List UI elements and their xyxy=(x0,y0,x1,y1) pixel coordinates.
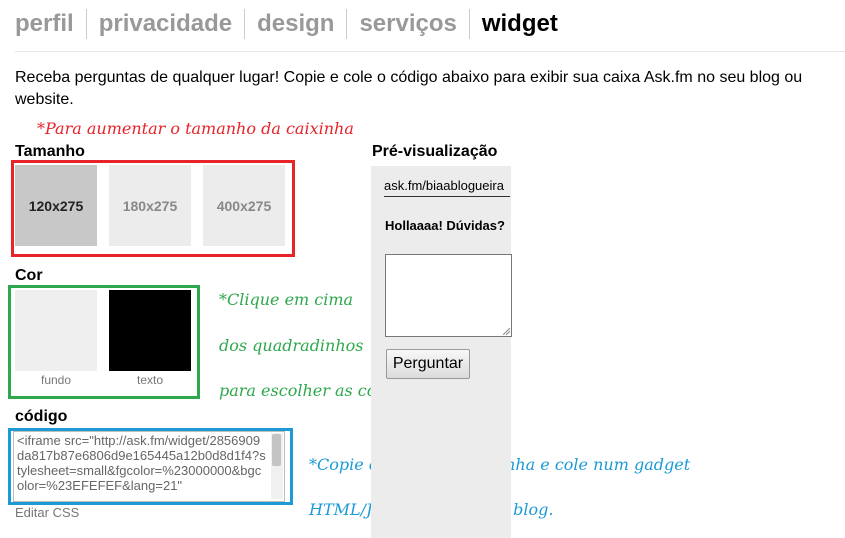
tab-divider xyxy=(15,51,845,52)
code-label: código xyxy=(15,408,68,425)
tab-servicos[interactable]: serviços xyxy=(346,9,468,39)
edit-css-link[interactable]: Editar CSS xyxy=(15,505,79,520)
tab-perfil[interactable]: perfil xyxy=(15,9,86,39)
text-color-swatch[interactable] xyxy=(109,290,191,371)
color-annotation-line-1: *Clique em cima xyxy=(219,290,354,309)
preview-username[interactable]: ask.fm/biaablogueira xyxy=(384,178,510,197)
code-scrollbar[interactable] xyxy=(271,433,283,499)
preview-label: Pré-visualização xyxy=(372,143,498,160)
background-color-swatch[interactable] xyxy=(15,290,97,371)
tab-design[interactable]: design xyxy=(244,9,346,39)
size-annotation: *Para aumentar o tamanho da caixinha xyxy=(37,119,354,138)
code-scrollbar-thumb[interactable] xyxy=(272,434,281,466)
preview-ask-button[interactable]: Perguntar xyxy=(386,349,470,379)
color-label: Cor xyxy=(15,267,43,284)
tab-privacidade[interactable]: privacidade xyxy=(85,9,244,39)
color-annotation-line-2: dos quadradinhos xyxy=(219,336,364,355)
preview-question-prompt: Hollaaaa! Dúvidas? xyxy=(385,218,505,233)
tab-bar: perfil privacidade design serviços widge… xyxy=(15,6,570,42)
tab-widget[interactable]: widget xyxy=(468,9,570,39)
resize-grip-icon[interactable] xyxy=(503,328,510,335)
size-label: Tamanho xyxy=(15,143,85,160)
background-color-caption: fundo xyxy=(40,373,72,387)
intro-text: Receba perguntas de qualquer lugar! Copi… xyxy=(15,69,803,108)
embed-code-textarea[interactable]: <iframe src="http://ask.fm/widget/285690… xyxy=(13,431,285,502)
text-color-caption: texto xyxy=(136,373,163,387)
size-option-180x275[interactable]: 180x275 xyxy=(109,165,191,246)
size-option-120x275[interactable]: 120x275 xyxy=(15,165,97,246)
preview-question-textarea[interactable] xyxy=(385,254,512,337)
size-option-400x275[interactable]: 400x275 xyxy=(203,165,285,246)
